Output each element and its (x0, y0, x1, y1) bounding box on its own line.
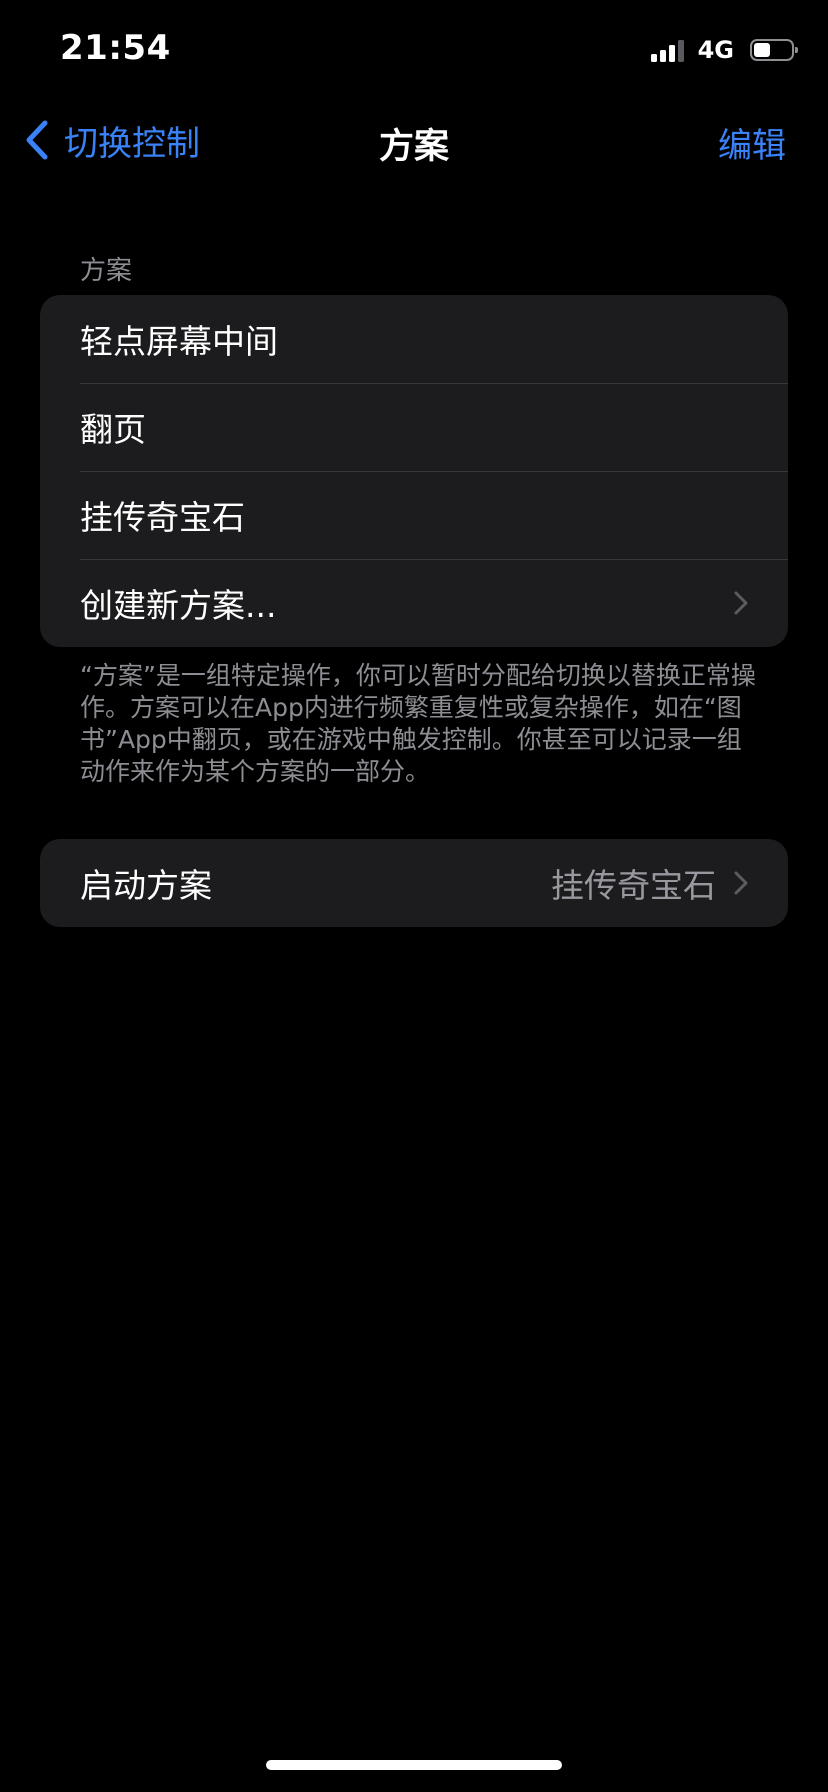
page-title: 方案 (378, 127, 449, 167)
recipes-section-header: 方案 (80, 256, 133, 286)
navigation-bar: 切换控制 方案 编辑 (0, 100, 828, 180)
launch-recipe-row[interactable]: 启动方案 挂传奇宝石 (40, 839, 788, 927)
edit-button[interactable]: 编辑 (718, 118, 786, 167)
battery-level (754, 43, 771, 57)
create-new-recipe-label: 创建新方案... (80, 586, 277, 625)
launch-recipe-value: 挂传奇宝石 (551, 866, 716, 905)
status-bar: 21:54 4G (0, 0, 828, 100)
launch-recipe-label: 启动方案 (80, 866, 212, 905)
recipes-list: 轻点屏幕中间 翻页 挂传奇宝石 创建新方案... (40, 295, 788, 647)
chevron-right-icon (734, 871, 748, 895)
recipe-item-label: 翻页 (80, 410, 146, 449)
network-type: 4G (697, 36, 734, 64)
recipes-section-footer: “方案”是一组特定操作，你可以暂时分配给切换以替换正常操作。方案可以在App内进… (80, 661, 756, 786)
recipe-item-label: 挂传奇宝石 (80, 498, 245, 537)
launch-recipe-group: 启动方案 挂传奇宝石 (40, 839, 788, 927)
battery-icon (750, 39, 798, 61)
recipe-item-gem[interactable]: 挂传奇宝石 (40, 471, 788, 559)
status-indicators: 4G (650, 36, 798, 64)
home-indicator[interactable] (266, 1760, 562, 1770)
chevron-right-icon (734, 591, 748, 615)
status-time: 21:54 (60, 28, 171, 68)
create-new-recipe-button[interactable]: 创建新方案... (40, 559, 788, 647)
recipe-item-label: 轻点屏幕中间 (80, 322, 278, 361)
recipe-item-tap-middle[interactable]: 轻点屏幕中间 (40, 295, 788, 383)
cellular-signal-icon (650, 38, 684, 62)
recipe-item-turn-page[interactable]: 翻页 (40, 383, 788, 471)
